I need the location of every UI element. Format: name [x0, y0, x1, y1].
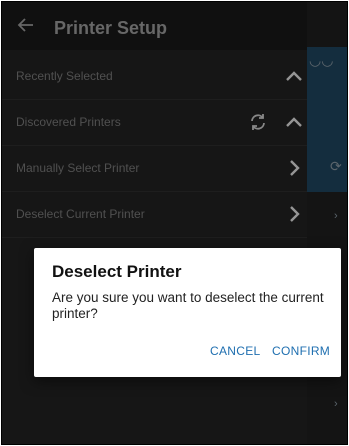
cancel-button[interactable]: CANCEL: [210, 344, 260, 358]
confirm-button[interactable]: CONFIRM: [272, 344, 330, 358]
app-screen: ◡◡ ⟳ › › Printer Setup Recently Selected…: [1, 1, 348, 445]
modal-scrim[interactable]: [2, 2, 347, 444]
dialog-title: Deselect Printer: [52, 262, 182, 281]
deselect-printer-dialog: Deselect Printer Are you sure you want t…: [34, 248, 341, 377]
dialog-message: Are you sure you want to deselect the cu…: [52, 290, 324, 321]
